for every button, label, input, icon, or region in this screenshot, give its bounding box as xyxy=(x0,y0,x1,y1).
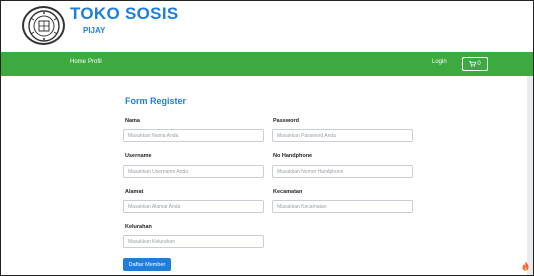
daftar-member-button[interactable]: Daftar Member xyxy=(123,258,171,271)
site-header: TOKO SOSIS PIJAY xyxy=(1,1,533,51)
nama-label: Nama xyxy=(125,118,140,124)
nav-item-profil[interactable]: Profil xyxy=(88,59,102,65)
handphone-input[interactable] xyxy=(272,165,413,178)
cart-count: 0 xyxy=(477,61,481,67)
emblem-seal-icon[interactable] xyxy=(22,6,65,45)
kecamatan-label: Kecamatan xyxy=(273,189,303,195)
main-navbar: Home Profil Login 0 xyxy=(1,52,533,76)
handphone-label: No Handphone xyxy=(273,153,313,159)
kecamatan-input[interactable] xyxy=(272,200,413,213)
nama-input[interactable] xyxy=(123,129,264,142)
username-label: Username xyxy=(125,153,152,159)
shopping-cart-icon xyxy=(469,61,477,67)
nav-item-login[interactable]: Login xyxy=(432,59,447,65)
brand-title: TOKO SOSIS xyxy=(70,4,179,23)
browser-viewport: TOKO SOSIS PIJAY Home Profil Login 0 For… xyxy=(0,0,534,276)
brand-subtitle: PIJAY xyxy=(83,26,106,35)
kelurahan-input[interactable] xyxy=(123,235,264,248)
alamat-label: Alamat xyxy=(125,189,144,195)
nav-item-home[interactable]: Home xyxy=(70,59,86,65)
page-scroll-edge xyxy=(527,76,533,275)
flame-icon[interactable] xyxy=(521,261,530,271)
alamat-input[interactable] xyxy=(123,200,264,213)
cart-button[interactable]: 0 xyxy=(462,57,488,71)
username-input[interactable] xyxy=(123,165,264,178)
password-label: Password xyxy=(273,118,299,124)
password-input[interactable] xyxy=(272,129,413,142)
form-title: Form Register xyxy=(125,96,187,106)
kelurahan-label: Kelurahan xyxy=(125,224,152,230)
